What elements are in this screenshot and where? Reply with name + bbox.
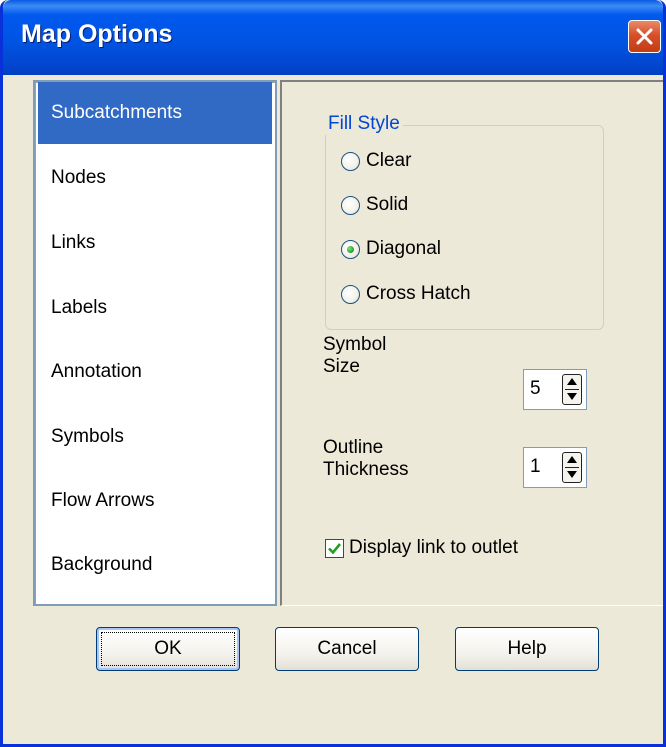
sidebar-item-symbols[interactable]: Symbols [38,406,272,468]
cancel-button-label: Cancel [317,638,377,659]
radio-clear[interactable]: Clear [341,147,411,175]
display-link-checkbox[interactable] [325,538,344,558]
cancel-button[interactable]: Cancel [275,627,419,671]
category-list[interactable]: Subcatchments Nodes Links Labels Annotat… [33,80,277,606]
radio-label: Diagonal [366,238,441,259]
radio-cross-hatch[interactable]: Cross Hatch [341,280,471,308]
outline-thickness-label-line2: Thickness [323,459,409,480]
dialog-client-area: Subcatchments Nodes Links Labels Annotat… [3,75,663,744]
outline-thickness-spinner[interactable]: 1 [523,447,587,488]
radio-solid[interactable]: Solid [341,191,408,219]
spin-down-icon[interactable] [567,471,577,478]
focus-rectangle [101,632,235,666]
help-button[interactable]: Help [455,627,599,671]
radio-button[interactable] [341,151,360,171]
outline-thickness-label: Outline Thickness [323,437,409,481]
symbol-size-spin-buttons[interactable] [562,374,582,405]
sidebar-item-nodes[interactable]: Nodes [38,147,272,209]
radio-label: Cross Hatch [366,283,471,304]
radio-button[interactable] [341,195,360,215]
sidebar-item-flow-arrows[interactable]: Flow Arrows [38,470,272,532]
spin-divider [565,389,579,390]
radio-button-checked[interactable] [341,239,360,259]
title-bar[interactable]: Map Options [3,0,663,75]
sidebar-item-subcatchments[interactable]: Subcatchments [38,82,272,144]
spin-up-icon[interactable] [567,378,577,385]
outline-thickness-value[interactable]: 1 [530,456,541,478]
spin-down-icon[interactable] [567,393,577,400]
help-button-label: Help [507,638,547,659]
display-link-checkbox-row[interactable]: Display link to outlet [325,537,518,559]
symbol-size-value[interactable]: 5 [530,378,541,400]
close-button[interactable] [628,20,661,53]
ok-button[interactable]: OK [96,627,240,671]
radio-label: Clear [366,150,412,171]
sidebar-item-links[interactable]: Links [38,212,272,274]
map-options-dialog: Map Options Subcatchments Nodes Links La… [0,0,666,747]
checkmark-icon [328,542,342,554]
spin-divider [565,467,579,468]
sidebar-item-annotation[interactable]: Annotation [38,341,272,403]
symbol-size-spinner[interactable]: 5 [523,369,587,410]
display-link-label: Display link to outlet [349,537,518,558]
fill-style-legend: Fill Style [325,113,403,135]
radio-label: Solid [366,194,409,215]
spin-up-icon[interactable] [567,456,577,463]
sidebar-item-labels[interactable]: Labels [38,277,272,339]
radio-diagonal[interactable]: Diagonal [341,235,441,263]
radio-button[interactable] [341,284,360,304]
options-panel: Fill Style Clear Solid Diagonal Cross Ha… [280,80,663,606]
outline-thickness-spin-buttons[interactable] [562,452,582,483]
symbol-size-label: Symbol Size [323,334,386,378]
outline-thickness-label-line1: Outline [323,437,384,458]
symbol-size-label-line1: Symbol [323,334,387,355]
symbol-size-label-line2: Size [323,356,360,377]
sidebar-item-background[interactable]: Background [38,534,272,596]
dialog-title: Map Options [21,20,173,48]
close-icon [636,28,653,45]
